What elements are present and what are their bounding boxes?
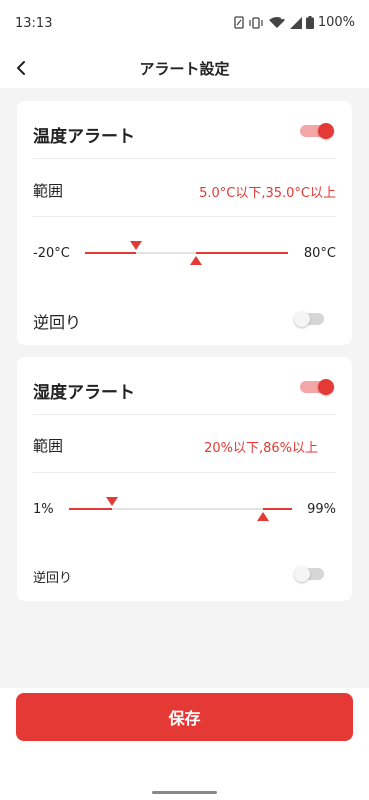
temperature-range-label: 範囲 <box>33 182 64 200</box>
save-button[interactable]: 保存 <box>16 693 353 741</box>
humidity-slider-min: 1% <box>33 502 54 517</box>
temperature-upper-track <box>196 252 288 254</box>
humidity-slider-max: 99% <box>307 502 336 517</box>
temperature-reverse-toggle[interactable] <box>294 311 328 327</box>
humidity-range-slider[interactable]: 1% 99% <box>33 494 336 524</box>
humidity-upper-handle[interactable] <box>257 512 269 521</box>
settings-content: 温度アラート 範囲 5.0°C以下,35.0°C以上 -20°C 80°C 逆回… <box>0 88 369 688</box>
status-time: 13:13 <box>15 16 53 31</box>
humidity-lower-track <box>69 508 112 510</box>
temperature-lower-handle[interactable] <box>130 241 142 250</box>
page-title: アラート設定 <box>139 60 230 78</box>
divider <box>33 472 336 473</box>
app-header: アラート設定 <box>0 48 369 88</box>
status-icons: 100% <box>234 15 355 30</box>
humidity-upper-track <box>263 508 292 510</box>
humidity-alert-title: 湿度アラート <box>33 383 135 403</box>
temperature-alert-title: 温度アラート <box>33 127 135 147</box>
humidity-reverse-label: 逆回り <box>33 571 73 586</box>
temperature-reverse-label: 逆回り <box>33 313 82 332</box>
divider <box>33 216 336 217</box>
temperature-alert-card: 温度アラート 範囲 5.0°C以下,35.0°C以上 -20°C 80°C 逆回… <box>17 101 352 345</box>
temperature-alert-toggle[interactable] <box>300 123 334 139</box>
humidity-alert-toggle[interactable] <box>300 379 334 395</box>
divider <box>33 158 336 159</box>
temperature-slider-max: 80°C <box>303 246 336 261</box>
bottom-bar: 保存 <box>0 688 369 800</box>
divider <box>33 414 336 415</box>
home-indicator[interactable] <box>152 791 217 794</box>
nfc-icon <box>234 16 244 29</box>
humidity-range-label: 範囲 <box>33 437 64 455</box>
wifi-icon <box>268 16 286 29</box>
temperature-range-slider[interactable]: -20°C 80°C <box>33 238 336 268</box>
temperature-slider-min: -20°C <box>33 246 70 261</box>
humidity-reverse-toggle[interactable] <box>294 566 328 582</box>
status-bar: 13:13 100% <box>0 0 369 48</box>
temperature-range-value: 5.0°C以下,35.0°C以上 <box>199 186 336 201</box>
humidity-alert-card: 湿度アラート 範囲 20%以下,86%以上 1% 99% 逆回り <box>17 357 352 601</box>
temperature-lower-track <box>85 252 136 254</box>
battery-percentage: 100% <box>317 15 355 30</box>
humidity-lower-handle[interactable] <box>106 497 118 506</box>
temperature-upper-handle[interactable] <box>190 256 202 265</box>
humidity-range-value: 20%以下,86%以上 <box>204 441 318 456</box>
signal-icon <box>289 16 302 29</box>
vibrate-icon <box>248 16 264 29</box>
battery-icon <box>305 16 314 29</box>
